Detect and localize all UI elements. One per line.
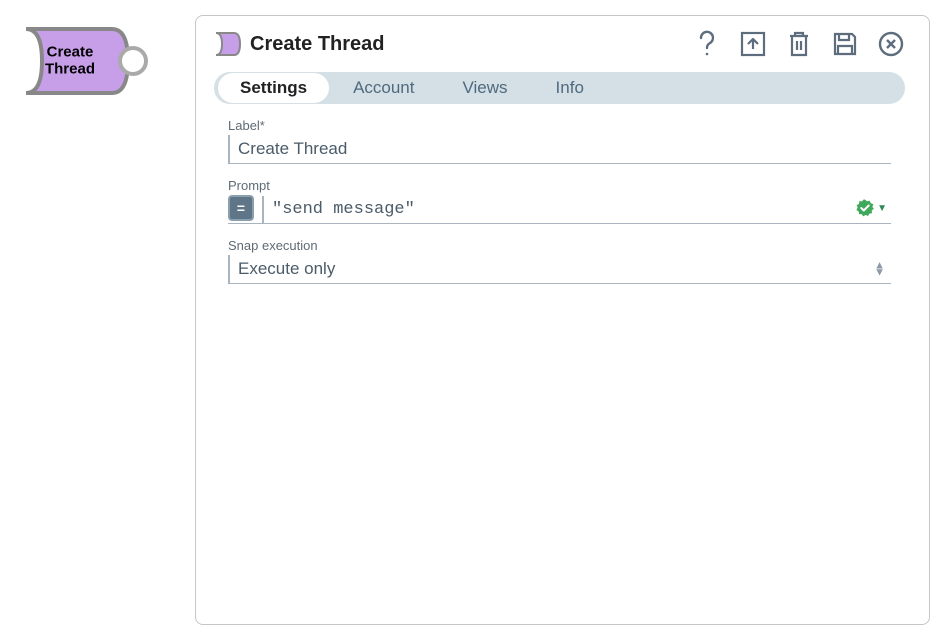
snap-node-label: CreateThread xyxy=(20,45,120,78)
close-button[interactable] xyxy=(877,30,905,58)
prompt-field-label: Prompt xyxy=(228,178,891,193)
settings-panel: Create Thread xyxy=(195,15,930,625)
save-button[interactable] xyxy=(831,30,859,58)
delete-button[interactable] xyxy=(785,30,813,58)
tab-settings-label: Settings xyxy=(240,78,307,98)
verify-dropdown[interactable]: ▼ xyxy=(855,198,891,218)
tab-views[interactable]: Views xyxy=(439,73,532,103)
label-input[interactable] xyxy=(228,135,891,164)
tab-account-label: Account xyxy=(353,78,414,98)
export-button[interactable] xyxy=(739,30,767,58)
snap-execution-select[interactable]: Execute only ▲▼ xyxy=(228,255,891,284)
verified-icon xyxy=(855,198,875,218)
panel-header: Create Thread xyxy=(214,30,905,58)
tab-settings[interactable]: Settings xyxy=(218,73,329,103)
equals-icon: = xyxy=(237,201,245,215)
tab-bar: Settings Account Views Info xyxy=(214,72,905,104)
snap-node[interactable]: CreateThread xyxy=(20,25,170,105)
field-snap-execution: Snap execution Execute only ▲▼ xyxy=(228,238,891,284)
prompt-row: = ▼ xyxy=(228,195,891,224)
settings-form: Label* Prompt = ▼ xyxy=(214,118,905,284)
snap-shape: CreateThread xyxy=(20,25,130,97)
help-button[interactable] xyxy=(693,30,721,58)
snap-execution-value: Execute only xyxy=(230,255,891,283)
snap-execution-field-label: Snap execution xyxy=(228,238,891,253)
panel-title-group: Create Thread xyxy=(214,31,385,57)
header-actions xyxy=(693,30,905,58)
prompt-input[interactable] xyxy=(262,196,847,223)
tab-info-label: Info xyxy=(556,78,584,98)
snap-icon xyxy=(214,31,242,57)
field-label: Label* xyxy=(228,118,891,164)
snap-output-connector[interactable] xyxy=(118,46,148,76)
label-field-label: Label* xyxy=(228,118,891,133)
chevron-down-icon: ▼ xyxy=(877,203,887,214)
expression-toggle-button[interactable]: = xyxy=(228,195,254,221)
panel-title: Create Thread xyxy=(250,33,385,56)
tab-views-label: Views xyxy=(463,78,508,98)
tab-info[interactable]: Info xyxy=(532,73,608,103)
field-prompt: Prompt = ▼ xyxy=(228,178,891,224)
tab-account[interactable]: Account xyxy=(329,73,438,103)
stepper-icon: ▲▼ xyxy=(874,262,885,275)
